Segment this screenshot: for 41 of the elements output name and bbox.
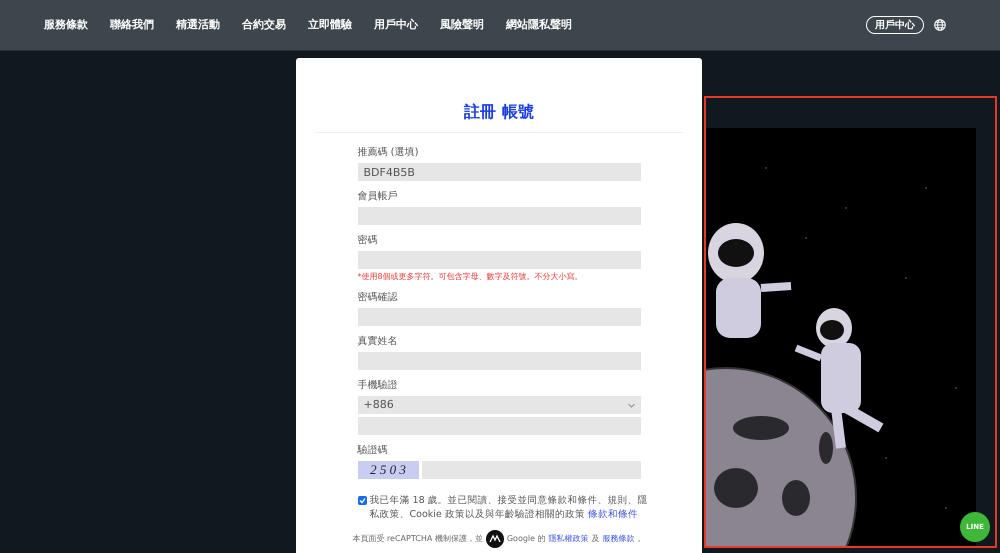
nav-link[interactable]: 服務條款 (44, 16, 88, 34)
chevron-down-icon (628, 402, 634, 408)
input-field[interactable] (358, 207, 640, 225)
checkmark-icon (358, 497, 366, 504)
agreement-text: 我已年滿 18 歲。並已閱讀、接受並同意條款和條件、規則、隱私政策、Cookie 政策以及與年齡驗證相關的政策 條款和條件 (370, 494, 649, 522)
agreement-checkbox[interactable] (358, 496, 366, 505)
field-label: 驗證碼 (358, 444, 388, 458)
nav-link[interactable]: 合約交易 (242, 16, 286, 34)
field-label: 手機驗證 (358, 379, 398, 393)
input-field[interactable] (358, 251, 640, 269)
field-label: 真實姓名 (358, 335, 398, 349)
nav-link[interactable]: 風險聲明 (440, 16, 484, 34)
input-field[interactable] (358, 308, 640, 326)
nav-link[interactable]: 用戶中心 (374, 16, 418, 34)
input-field[interactable]: BDF4B5B (358, 163, 640, 181)
field-label: 密碼確認 (358, 291, 398, 305)
terms-link[interactable]: 條款和條件 (588, 509, 638, 520)
password-hint: *使用8個或更多字符。可包含字母、數字及符號。不分大小寫。 (358, 272, 584, 282)
globe-icon[interactable] (934, 19, 946, 31)
nav-link[interactable]: 聯絡我們 (110, 16, 154, 34)
nav-link[interactable]: 網站隱私聲明 (506, 16, 572, 34)
captcha-field[interactable] (422, 461, 640, 479)
user-center-button[interactable]: 用戶中心 (866, 16, 924, 34)
terms-of-service-link[interactable]: 服務條款 (602, 533, 635, 545)
recaptcha-joiner: 及 (592, 533, 600, 545)
input-field[interactable] (358, 352, 640, 370)
nav-link[interactable]: 立即體驗 (308, 16, 352, 34)
floating-logo-icon[interactable] (486, 530, 504, 548)
recaptcha-end: 。 (638, 533, 646, 545)
form-title: 註冊 帳號 (464, 101, 534, 123)
phone-field[interactable] (358, 417, 640, 435)
privacy-link[interactable]: 隱私權政策 (548, 533, 589, 545)
country-code-select[interactable]: +886 (358, 396, 640, 414)
field-label: 推薦碼 (選填) (358, 146, 420, 160)
recaptcha-notice: 本頁面受 reCAPTCHA 機制保護，並 (352, 533, 483, 545)
field-label: 會員帳戶 (358, 190, 398, 204)
captcha-image: 2 5 0 3 (358, 461, 418, 479)
recaptcha-notice: Google 的 (506, 533, 546, 545)
nav-link[interactable]: 精選活動 (176, 16, 220, 34)
country-code: +886 (364, 396, 394, 413)
field-label: 密碼 (358, 234, 378, 248)
